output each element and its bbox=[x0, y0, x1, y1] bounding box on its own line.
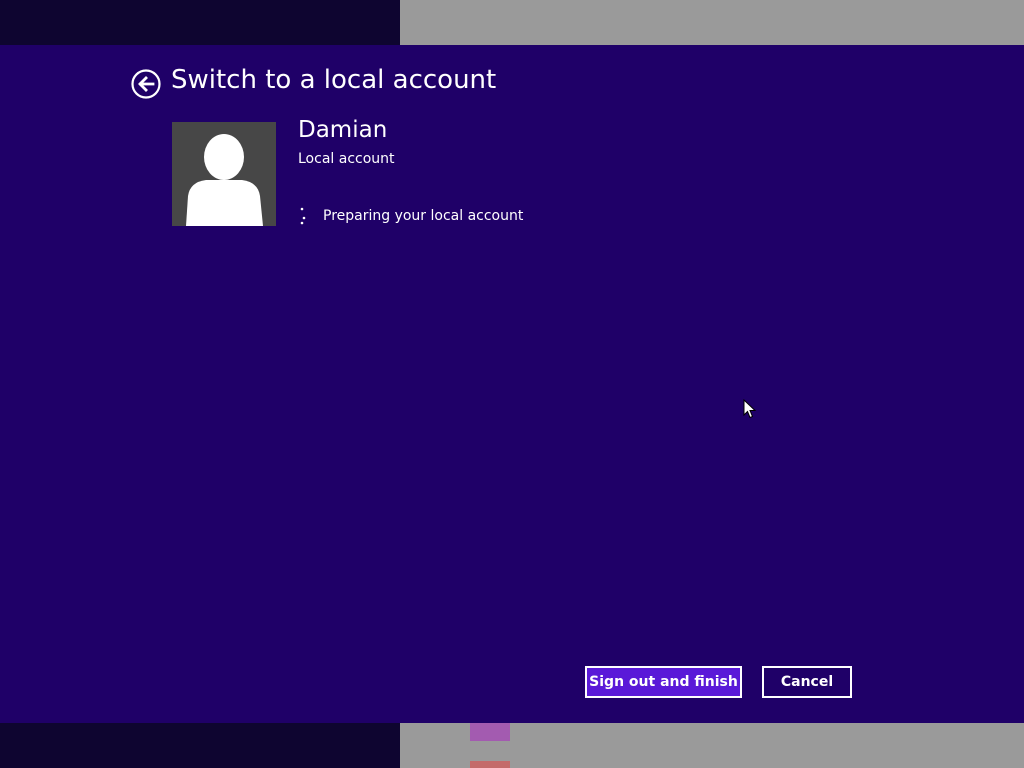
background-top-left bbox=[0, 0, 400, 45]
account-type: Local account bbox=[298, 151, 395, 167]
background-bottom-left bbox=[0, 723, 400, 768]
background-tile bbox=[470, 761, 510, 768]
user-silhouette-icon bbox=[186, 134, 263, 226]
background-top-right bbox=[400, 0, 1024, 45]
background-tile bbox=[470, 723, 510, 741]
background-bottom-right bbox=[400, 723, 1024, 768]
cancel-button[interactable]: Cancel bbox=[762, 666, 852, 698]
loading-spinner-icon bbox=[298, 207, 308, 225]
switch-account-dialog: Switch to a local account Damian Local a… bbox=[0, 45, 1024, 723]
sign-out-and-finish-button[interactable]: Sign out and finish bbox=[585, 666, 742, 698]
status-text: Preparing your local account bbox=[323, 208, 524, 224]
back-button[interactable] bbox=[131, 69, 161, 99]
page-title: Switch to a local account bbox=[171, 65, 497, 95]
avatar bbox=[172, 122, 276, 226]
user-name: Damian bbox=[298, 117, 388, 143]
back-arrow-circle-icon bbox=[131, 69, 161, 99]
mouse-pointer-icon bbox=[743, 398, 757, 419]
